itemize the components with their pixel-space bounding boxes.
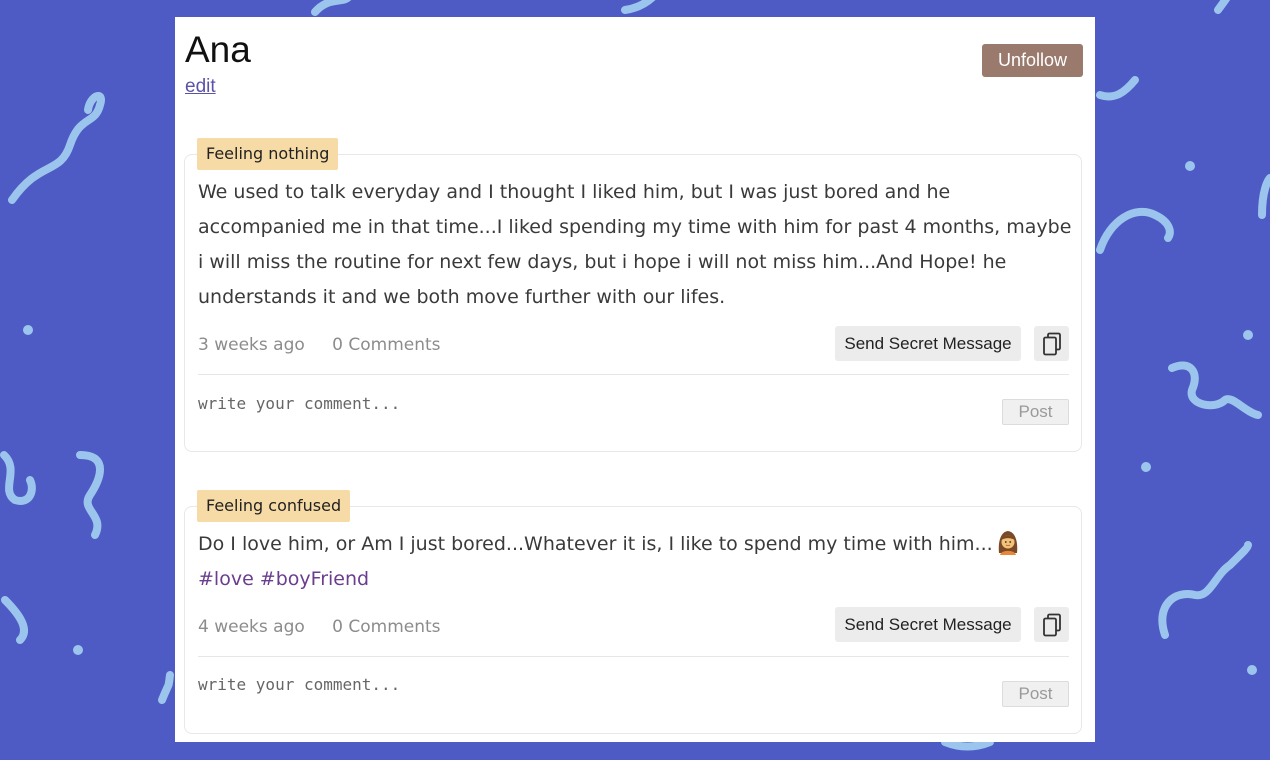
unfollow-button[interactable]: Unfollow — [982, 44, 1083, 77]
divider — [198, 656, 1069, 657]
post-body: Do I love him, or Am I just bored...What… — [198, 527, 1073, 597]
comments-count[interactable]: 0 Comments — [332, 335, 440, 355]
profile-page: Ana edit Unfollow Feeling nothing We use… — [175, 17, 1095, 742]
copy-button[interactable] — [1034, 607, 1069, 642]
hashtags[interactable]: #love #boyFriend — [198, 568, 369, 590]
copy-button[interactable] — [1034, 326, 1069, 361]
profile-name: Ana — [185, 29, 251, 70]
comment-input[interactable] — [198, 664, 988, 704]
post-meta: 3 weeks ago 0 Comments — [198, 335, 463, 355]
send-secret-message-button[interactable]: Send Secret Message — [835, 607, 1021, 642]
woman-emoji-icon — [998, 531, 1017, 555]
post-body: We used to talk everyday and I thought I… — [198, 181, 1072, 308]
send-secret-message-button[interactable]: Send Secret Message — [835, 326, 1021, 361]
post-card: Feeling confused Do I love him, or Am I … — [184, 490, 1082, 734]
post-timestamp: 3 weeks ago — [198, 335, 305, 355]
edit-profile-link[interactable]: edit — [185, 76, 216, 98]
post-card: Feeling nothing We used to talk everyday… — [184, 138, 1082, 452]
comments-count[interactable]: 0 Comments — [332, 617, 440, 637]
post-comment-button[interactable]: Post — [1002, 399, 1069, 425]
divider — [198, 374, 1069, 375]
feeling-tag: Feeling nothing — [197, 138, 339, 170]
post-text: Do I love him, or Am I just bored...What… — [198, 533, 993, 555]
post-timestamp: 4 weeks ago — [198, 617, 305, 637]
post-meta: 4 weeks ago 0 Comments — [198, 617, 463, 637]
comment-input[interactable] — [198, 383, 988, 423]
copy-icon — [1042, 613, 1061, 636]
feeling-tag: Feeling confused — [197, 490, 351, 522]
post-comment-button[interactable]: Post — [1002, 681, 1069, 707]
copy-icon — [1042, 332, 1061, 355]
